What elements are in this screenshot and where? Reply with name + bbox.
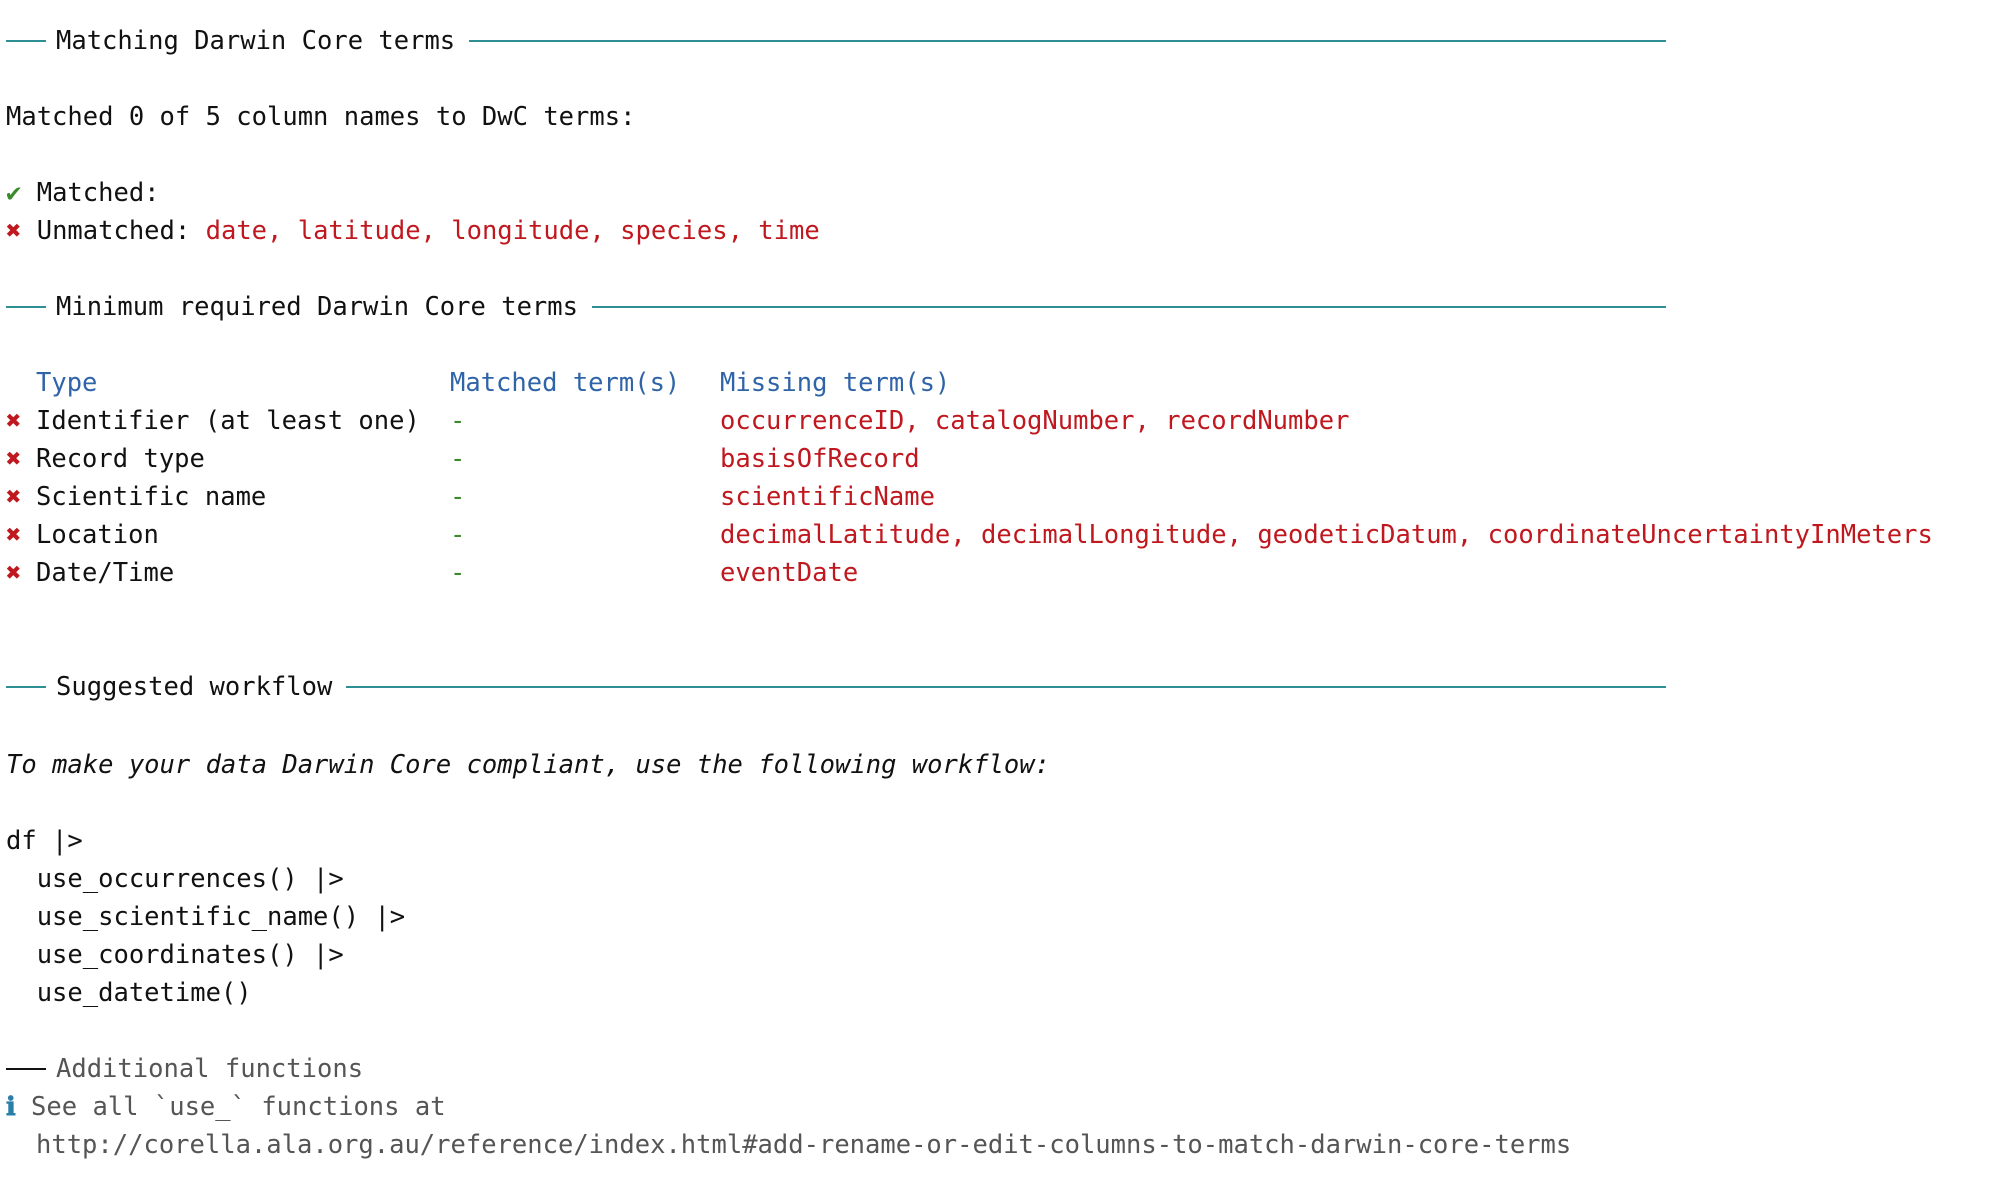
code-line: use_datetime() xyxy=(6,978,252,1008)
cross-icon: ✖ xyxy=(6,216,22,246)
matched-label: Matched: xyxy=(36,178,160,208)
unmatched-line: ✖ Unmatched: date, latitude, longitude, … xyxy=(6,212,820,250)
rule-divider xyxy=(346,686,1666,688)
rule-divider xyxy=(6,686,46,688)
section-title: Matching Darwin Core terms xyxy=(56,26,456,56)
header-matched: Matched term(s) xyxy=(450,368,681,398)
see-all-text: See all `use_` functions at xyxy=(31,1092,446,1122)
cross-icon: ✖ xyxy=(6,520,22,550)
workflow-intro: To make your data Darwin Core compliant,… xyxy=(6,750,1050,780)
section-title: Minimum required Darwin Core terms xyxy=(56,292,578,322)
row-matched: - xyxy=(450,444,466,474)
cross-icon: ✖ xyxy=(6,406,22,436)
section-title: Suggested workflow xyxy=(56,672,333,702)
row-missing: eventDate xyxy=(720,558,859,588)
row-matched: - xyxy=(450,406,466,436)
unmatched-label: Unmatched: xyxy=(36,216,191,246)
row-matched: - xyxy=(450,520,466,550)
row-type: Record type xyxy=(36,444,205,474)
cross-icon: ✖ xyxy=(6,444,22,474)
info-icon: ℹ xyxy=(6,1092,16,1122)
header-missing: Missing term(s) xyxy=(720,368,951,398)
row-type: Date/Time xyxy=(36,558,175,588)
rule-divider xyxy=(6,40,46,42)
additional-functions-title: Additional functions xyxy=(56,1054,364,1084)
rule-divider xyxy=(6,306,46,308)
table-row: ✖ Record type - basisOfRecord xyxy=(0,440,1998,478)
unmatched-values: date, latitude, longitude, species, time xyxy=(205,216,820,246)
cross-icon: ✖ xyxy=(6,558,22,588)
row-type: Location xyxy=(36,520,159,550)
rule-divider xyxy=(6,1068,46,1070)
see-all-line: ℹ See all `use_` functions at xyxy=(6,1088,446,1126)
cross-icon: ✖ xyxy=(6,482,22,512)
rule-divider xyxy=(469,40,1666,42)
table-row: ✖ Identifier (at least one) - occurrence… xyxy=(0,402,1998,440)
row-missing: occurrenceID, catalogNumber, recordNumbe… xyxy=(720,406,1350,436)
row-missing: decimalLatitude, decimalLongitude, geode… xyxy=(720,520,1933,550)
row-missing: scientificName xyxy=(720,482,935,512)
code-line: use_scientific_name() |> xyxy=(6,902,406,932)
table-row: ✖ Location - decimalLatitude, decimalLon… xyxy=(0,516,1998,554)
section-header-matching: Matching Darwin Core terms xyxy=(6,22,1666,60)
table-row: ✖ Scientific name - scientificName xyxy=(0,478,1998,516)
table-row: ✖ Date/Time - eventDate xyxy=(0,554,1998,592)
row-type: Identifier (at least one) xyxy=(36,406,420,436)
check-icon: ✔ xyxy=(6,178,22,208)
row-matched: - xyxy=(450,558,466,588)
matched-line: ✔ Matched: xyxy=(6,174,160,212)
reference-link[interactable]: http://corella.ala.org.au/reference/inde… xyxy=(36,1130,1571,1160)
section-header-workflow: Suggested workflow xyxy=(6,668,1666,706)
additional-functions-header: Additional functions xyxy=(6,1050,363,1088)
rule-divider xyxy=(591,306,1666,308)
code-line: use_coordinates() |> xyxy=(6,940,344,970)
match-summary: Matched 0 of 5 column names to DwC terms… xyxy=(6,102,636,132)
table-header-row: Type Matched term(s) Missing term(s) xyxy=(0,364,1998,402)
header-type: Type xyxy=(36,368,98,398)
row-matched: - xyxy=(450,482,466,512)
code-line: use_occurrences() |> xyxy=(6,864,344,894)
reference-url[interactable]: http://corella.ala.org.au/reference/inde… xyxy=(36,1126,1571,1164)
section-header-minimum: Minimum required Darwin Core terms xyxy=(6,288,1666,326)
row-missing: basisOfRecord xyxy=(720,444,920,474)
row-type: Scientific name xyxy=(36,482,267,512)
code-line: df |> xyxy=(6,826,83,856)
